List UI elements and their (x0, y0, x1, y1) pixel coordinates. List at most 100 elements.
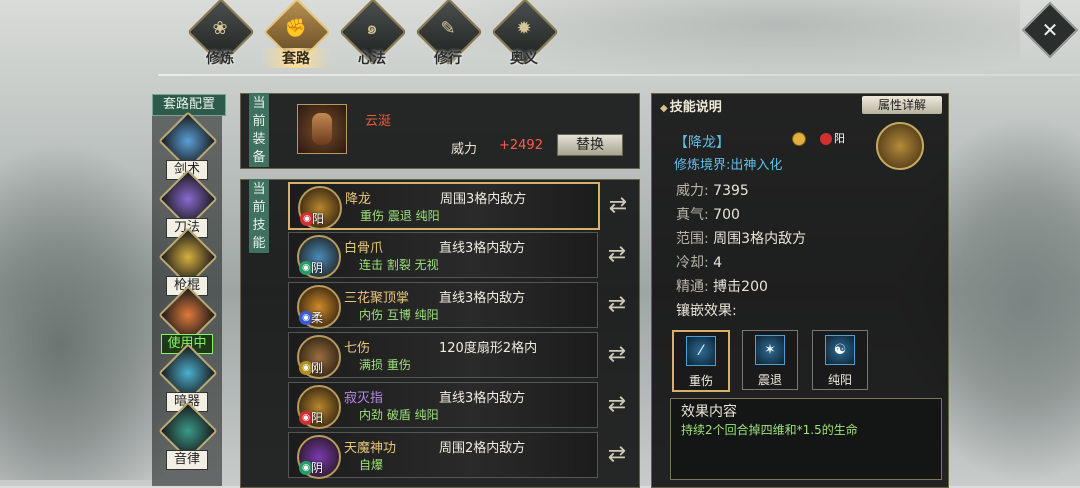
inlay-label: 重伤 (688, 374, 713, 388)
equip-power-value: +2492 (499, 138, 543, 153)
skill-tags: 重伤 震退 纯阳 (360, 209, 440, 223)
tab-label: 心法 (358, 51, 386, 67)
sidebar-item-label: 音律 (166, 450, 208, 470)
stat-row: 冷却: 4 (676, 252, 722, 272)
tab-1[interactable]: ✊ 套路 (261, 0, 331, 68)
skill-row[interactable]: ◉ 阳降龙 周围3格内敌方 重伤 震退 纯阳 ⇄ (288, 182, 627, 230)
skill-row[interactable]: ◉ 阴天魔神功 周围2格内敌方 自爆 ⇄ (288, 432, 626, 479)
slash-icon: ⁄ (686, 336, 716, 366)
skill-tags: 内伤 互博 纯阳 (359, 308, 439, 322)
swirl-icon: ๑ (366, 18, 378, 39)
detail-title: 技能说明 (660, 96, 722, 115)
tab-0[interactable]: ❀ 修炼 (185, 0, 255, 68)
stat-key: 精通: (676, 279, 709, 295)
equip-vertical-label: 当前装备 (249, 93, 269, 167)
close-button[interactable]: ✕ (1021, 1, 1079, 59)
detail-panel: 技能说明 属性详解 【降龙】 阳 修炼境界:出神入化 威力: 7395真气: 7… (651, 93, 949, 488)
swap-icon[interactable]: ⇄ (604, 192, 632, 220)
swap-icon[interactable]: ⇄ (603, 341, 631, 369)
close-icon: ✕ (1041, 18, 1059, 42)
skill-large-icon (876, 122, 924, 170)
affinity-label: 阴 (311, 461, 324, 475)
swap-icon[interactable]: ⇄ (603, 391, 631, 419)
flame-icon: ✹ (516, 18, 532, 39)
replace-button[interactable]: 替换 (557, 134, 623, 156)
skill-range: 直线3格内敌方 (439, 291, 526, 306)
affinity-label: 阳 (312, 212, 325, 226)
skill-range: 120度扇形2格内 (439, 341, 538, 356)
inlay-slot[interactable]: ☯ 纯阳 (812, 330, 868, 390)
skill-name: 【降龙】 (674, 135, 730, 151)
divider (158, 74, 1080, 76)
tab-label: 奥义 (510, 51, 538, 67)
tab-2[interactable]: ๑ 心法 (337, 0, 407, 68)
stat-key: 冷却: (676, 255, 709, 271)
lotus-icon: ❀ (212, 18, 228, 39)
swap-icon[interactable]: ⇄ (603, 241, 631, 269)
coin-icon (792, 132, 806, 146)
skill-level: 修炼境界:出神入化 (674, 158, 783, 173)
yinyang-icon: ☯ (825, 335, 855, 365)
sidebar-item-5[interactable]: 音律 (158, 401, 218, 470)
stat-key: 威力: (676, 183, 709, 199)
skill-name: 七伤 (344, 341, 371, 356)
skill-row[interactable]: ◉ 柔三花聚顶掌 直线3格内敌方 内伤 互博 纯阳 ⇄ (288, 282, 626, 329)
skill-range: 直线3格内敌方 (439, 391, 526, 406)
inlay-slot[interactable]: ✶ 震退 (742, 330, 798, 390)
affinity-label: 阴 (311, 261, 324, 275)
skill-range: 周围3格内敌方 (440, 192, 527, 207)
stat-row: 范围: 周围3格内敌方 (676, 228, 806, 248)
scroll-icon: ✎ (440, 18, 456, 39)
tab-label: 修行 (434, 51, 462, 67)
effect-text: 持续2个回合掉四维和*1.5的生命 (681, 423, 858, 437)
affinity-label: 刚 (311, 361, 324, 375)
skill-row[interactable]: ◉ 阴白骨爪 直线3格内敌方 连击 割裂 无视 ⇄ (288, 232, 626, 279)
tab-label: 修炼 (206, 51, 234, 67)
stat-value: 周围3格内敌方 (713, 231, 807, 247)
stat-row: 威力: 7395 (676, 180, 749, 200)
affinity-label: 阳 (311, 411, 324, 425)
skill-name: 天魔神功 (344, 441, 397, 456)
skill-tags: 内劲 破盾 纯阳 (359, 408, 439, 422)
skill-tags: 自爆 (359, 458, 384, 472)
tab-4[interactable]: ✹ 奥义 (489, 0, 559, 68)
skill-name: 三花聚顶掌 (344, 291, 410, 306)
equip-power-label: 威力 (451, 142, 478, 157)
fist-icon: ✊ (284, 18, 308, 39)
skill-row[interactable]: ◉ 刚七伤 120度扇形2格内 满损 重伤 ⇄ (288, 332, 626, 379)
stat-value: 700 (713, 207, 740, 223)
equip-gauntlet-icon[interactable] (297, 104, 347, 154)
skill-name: 降龙 (345, 192, 372, 207)
equip-name: 云涎 (365, 114, 392, 129)
effect-title: 效果内容 (681, 404, 737, 420)
top-tabs: ❀ 修炼 ✊ 套路 ๑ 心法 ✎ 修行 ✹ 奥义 (185, 0, 559, 68)
skills-panel: 当前技能 ◉ 阳降龙 周围3格内敌方 重伤 震退 纯阳 ⇄ ◉ 阴白骨爪 直线3格内敌方 连击 … (240, 179, 640, 488)
skill-range: 周围2格内敌方 (439, 441, 526, 456)
swap-icon[interactable]: ⇄ (603, 291, 631, 319)
stat-value: 7395 (713, 183, 749, 199)
equip-panel: 当前装备 云涎 威力 +2492 替换 (240, 93, 640, 169)
skill-name: 白骨爪 (344, 241, 384, 256)
affinity-badge: 阳 (820, 130, 845, 146)
affinity-label: 柔 (311, 311, 324, 325)
tab-label: 套路 (261, 48, 331, 68)
stat-value: 搏击200 (713, 279, 768, 295)
inlay-title: 镶嵌效果: (676, 303, 737, 319)
stat-value: 4 (713, 255, 723, 271)
inlay-slot[interactable]: ⁄ 重伤 (672, 330, 730, 392)
stat-key: 范围: (676, 231, 709, 247)
attribute-detail-button[interactable]: 属性详解 (862, 96, 942, 114)
skill-row[interactable]: ◉ 阳寂灭指 直线3格内敌方 内劲 破盾 纯阳 ⇄ (288, 382, 626, 429)
skill-tags: 连击 割裂 无视 (359, 258, 439, 272)
skills-vertical-label: 当前技能 (249, 179, 269, 253)
effect-box: 效果内容 持续2个回合掉四维和*1.5的生命 (670, 398, 942, 480)
swap-icon[interactable]: ⇄ (603, 441, 631, 469)
stat-row: 精通: 搏击200 (676, 276, 768, 296)
tab-3[interactable]: ✎ 修行 (413, 0, 483, 68)
burst-icon: ✶ (755, 335, 785, 365)
inlay-label: 震退 (757, 373, 782, 387)
skill-range: 直线3格内敌方 (439, 241, 526, 256)
skill-tags: 满损 重伤 (359, 358, 411, 372)
stat-key: 真气: (676, 207, 709, 223)
skill-name: 寂灭指 (344, 391, 384, 406)
